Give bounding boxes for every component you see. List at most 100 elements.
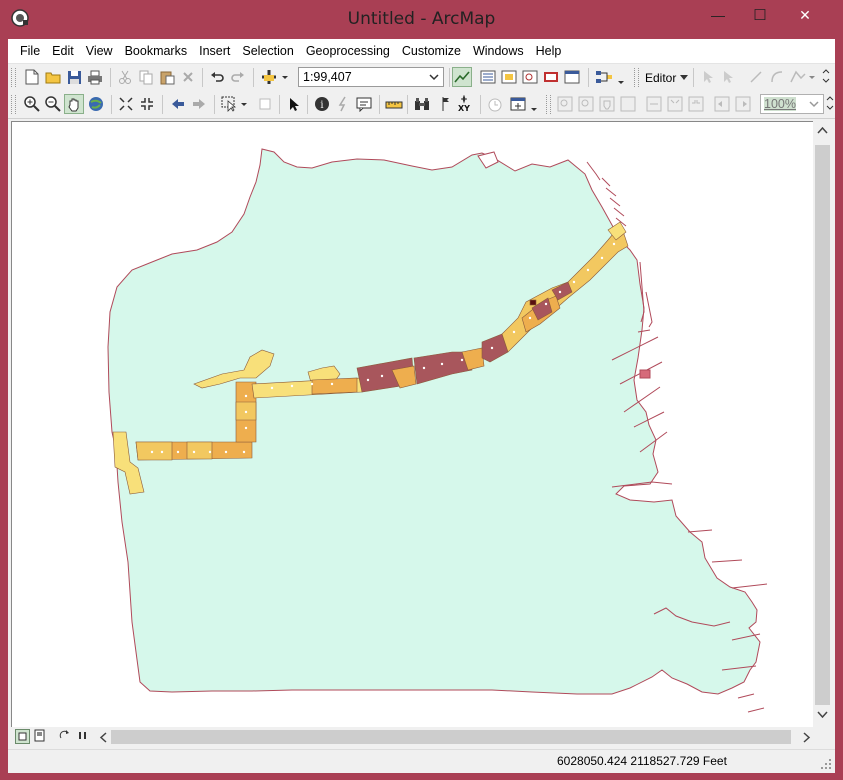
layout-view-button[interactable] — [33, 729, 48, 744]
data-view-button[interactable] — [15, 729, 30, 744]
parcel[interactable] — [529, 299, 537, 306]
toolbar-scroll[interactable] — [825, 94, 835, 114]
menu-view[interactable]: View — [80, 40, 119, 62]
editor-menu[interactable]: Editor — [645, 71, 676, 85]
scroll-left-arrow-icon[interactable] — [99, 732, 107, 743]
toolbar-grip[interactable] — [11, 95, 16, 114]
search-window-button[interactable] — [520, 67, 540, 87]
scroll-down-arrow-icon[interactable] — [817, 711, 828, 719]
pause-drawing-button[interactable] — [76, 729, 91, 744]
layout-zoom-combo[interactable]: 100% — [760, 94, 824, 114]
model-builder-button[interactable] — [594, 67, 614, 87]
zoom-in-button[interactable] — [22, 94, 42, 114]
parcel[interactable] — [186, 441, 213, 460]
full-extent-button[interactable] — [86, 94, 106, 114]
vertical-scroll-thumb[interactable] — [815, 145, 830, 705]
parcel[interactable] — [311, 377, 358, 395]
close-button[interactable]: ✕ — [781, 2, 829, 28]
scroll-right-arrow-icon[interactable] — [803, 732, 811, 743]
fixed-layout-zoom-in-button[interactable] — [665, 94, 685, 114]
fixed-layout-zoom-out-button[interactable] — [686, 94, 706, 114]
add-data-button[interactable] — [259, 67, 291, 87]
go-to-xy-button[interactable]: XY — [454, 94, 474, 114]
menu-insert[interactable]: Insert — [193, 40, 236, 62]
toolbar-grip[interactable] — [11, 68, 16, 87]
go-back-button[interactable] — [168, 94, 188, 114]
maximize-button[interactable]: ☐ — [739, 2, 781, 28]
map-scale-combo[interactable]: 1:99,407 — [298, 67, 444, 87]
chevron-down-icon[interactable] — [680, 75, 688, 81]
find-route-button[interactable] — [433, 94, 453, 114]
menu-geoprocessing[interactable]: Geoprocessing — [300, 40, 396, 62]
straight-segment-button[interactable] — [746, 67, 766, 87]
edit-annotation-button[interactable] — [719, 67, 739, 87]
chevron-down-icon[interactable] — [808, 98, 820, 110]
paste-button[interactable] — [157, 67, 177, 87]
zoom-whole-page-button[interactable] — [618, 94, 638, 114]
time-slider-button[interactable] — [485, 94, 505, 114]
html-popup-button[interactable] — [354, 94, 374, 114]
select-features-button[interactable] — [220, 94, 250, 114]
cursor-coordinates: 6028050.424 2118527.729 Feet — [557, 754, 727, 768]
menu-bookmarks[interactable]: Bookmarks — [119, 40, 194, 62]
layout-zoom-in-button[interactable] — [555, 94, 575, 114]
toolbar-scroll[interactable] — [821, 67, 833, 87]
horizontal-scroll-thumb[interactable] — [111, 730, 791, 744]
layout-forward-button[interactable] — [733, 94, 753, 114]
menu-edit[interactable]: Edit — [46, 40, 80, 62]
map-display[interactable] — [11, 121, 814, 729]
delete-button[interactable] — [178, 67, 198, 87]
create-viewer-window-button[interactable] — [508, 94, 528, 114]
menu-help[interactable]: Help — [530, 40, 568, 62]
minimize-button[interactable]: — — [697, 2, 739, 28]
menu-file[interactable]: File — [14, 40, 46, 62]
fixed-zoom-out-button[interactable] — [137, 94, 157, 114]
vertical-scrollbar[interactable] — [813, 121, 832, 727]
redo-button[interactable] — [228, 67, 248, 87]
end-point-arc-button[interactable] — [767, 67, 787, 87]
identify-button[interactable]: i — [312, 94, 332, 114]
hyperlink-button[interactable] — [333, 94, 353, 114]
parcel[interactable] — [135, 441, 173, 461]
toolbar-grip[interactable] — [546, 95, 551, 114]
cut-button[interactable] — [115, 67, 135, 87]
new-document-button[interactable] — [22, 67, 42, 87]
scroll-up-arrow-icon[interactable] — [817, 126, 828, 134]
standard-toolbar: 1:99,407 Editor — [8, 64, 835, 91]
toolbar-grip[interactable] — [634, 68, 639, 87]
copy-button[interactable] — [136, 67, 156, 87]
go-forward-button[interactable] — [189, 94, 209, 114]
trace-button[interactable] — [788, 67, 818, 87]
refresh-button[interactable] — [58, 729, 73, 744]
measure-button[interactable] — [384, 94, 404, 114]
arctoolbox-button[interactable] — [541, 67, 561, 87]
open-button[interactable] — [43, 67, 63, 87]
catalog-button[interactable] — [499, 67, 519, 87]
toolbar-overflow-button[interactable] — [529, 94, 539, 114]
resize-grip-icon[interactable] — [820, 758, 832, 770]
city-boundary-polygon[interactable] — [107, 148, 761, 695]
zoom-out-button[interactable] — [43, 94, 63, 114]
save-button[interactable] — [64, 67, 84, 87]
chevron-down-icon[interactable] — [428, 71, 440, 83]
layout-pan-button[interactable] — [597, 94, 617, 114]
select-elements-button[interactable] — [284, 94, 304, 114]
map-canvas[interactable] — [12, 122, 813, 728]
menu-windows[interactable]: Windows — [467, 40, 530, 62]
find-button[interactable] — [412, 94, 432, 114]
table-of-contents-button[interactable] — [478, 67, 498, 87]
print-button[interactable] — [85, 67, 105, 87]
toolbar-overflow-button[interactable] — [616, 67, 626, 87]
python-window-button[interactable] — [562, 67, 582, 87]
editor-toolbar-toggle[interactable] — [452, 67, 472, 87]
undo-button[interactable] — [207, 67, 227, 87]
edit-tool-button[interactable] — [698, 67, 718, 87]
menu-selection[interactable]: Selection — [236, 40, 299, 62]
pan-button[interactable] — [64, 94, 84, 114]
zoom-100-button[interactable] — [644, 94, 664, 114]
clear-selection-button[interactable] — [255, 94, 275, 114]
layout-zoom-out-button[interactable] — [576, 94, 596, 114]
layout-back-button[interactable] — [712, 94, 732, 114]
fixed-zoom-in-button[interactable] — [116, 94, 136, 114]
menu-customize[interactable]: Customize — [396, 40, 467, 62]
